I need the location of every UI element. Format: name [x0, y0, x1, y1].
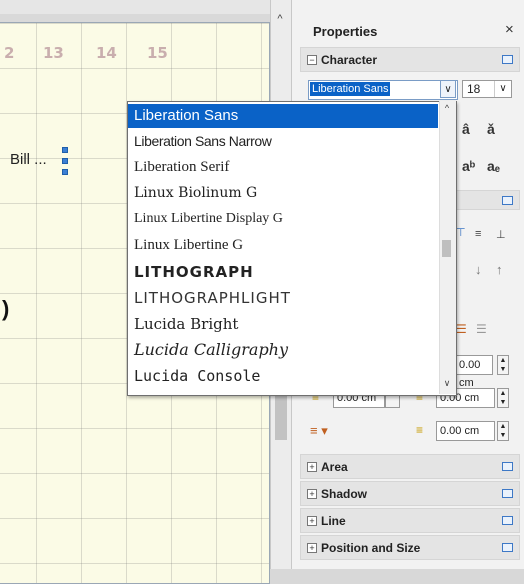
spacing-icon[interactable]: ☰	[456, 322, 467, 336]
font-option-liberation-sans-narrow[interactable]: Liberation Sans Narrow	[128, 130, 438, 154]
section-label: Area	[321, 460, 348, 474]
first-line-indent-icon: ≡	[416, 423, 424, 437]
scroll-down-arrow-icon[interactable]: ∨	[441, 378, 453, 389]
section-label: Line	[321, 514, 346, 528]
option-label: LITHOGRAPHLIGHT	[134, 289, 291, 307]
font-option-linux-biolinum[interactable]: Linux Biolinum G	[128, 182, 438, 206]
align-top-icon[interactable]: ⊤	[456, 226, 466, 239]
align-center-icon[interactable]: ≡	[475, 228, 481, 240]
scroll-up-arrow-icon[interactable]: ^	[272, 12, 288, 26]
more-options-icon[interactable]	[502, 489, 513, 498]
font-name-input[interactable]: Liberation Sans	[310, 82, 391, 96]
subscript-icon[interactable]: aₑ	[487, 158, 500, 174]
selected-shape-text[interactable]: Bill ...	[10, 151, 47, 168]
dropdown-scrollbar-thumb[interactable]	[442, 240, 451, 257]
expand-icon[interactable]: +	[307, 462, 317, 472]
option-label: LITHOGRAPH	[134, 263, 254, 281]
more-options-icon[interactable]	[502, 196, 513, 205]
grid-number: 13	[43, 44, 64, 62]
option-label: Linux Biolinum G	[134, 185, 258, 201]
superscript-icon[interactable]: aᵇ	[462, 158, 475, 174]
more-options-icon[interactable]	[502, 516, 513, 525]
spin-arrows-icon[interactable]: ▲ ▼	[497, 388, 509, 408]
font-size-input[interactable]: 18	[467, 82, 480, 96]
align-bottom-icon[interactable]: ⊥	[496, 228, 506, 241]
option-label: Liberation Sans	[134, 107, 239, 124]
grow-font-icon[interactable]: â	[462, 121, 470, 137]
grid-number: 14	[96, 44, 117, 62]
option-label: Lucida Calligraphy	[134, 340, 289, 359]
spin-arrows-icon[interactable]: ▲ ▼	[497, 421, 509, 441]
scroll-up-arrow-icon[interactable]: ^	[441, 103, 453, 113]
position-size-section-header[interactable]: + Position and Size	[300, 535, 520, 560]
option-label: Liberation Sans Narrow	[134, 133, 272, 149]
font-option-lithograph[interactable]: LITHOGRAPH	[128, 260, 438, 284]
more-options-icon[interactable]	[502, 55, 513, 64]
font-option-liberation-serif[interactable]: Liberation Serif	[128, 156, 438, 180]
first-line-spinbox[interactable]: 0.00 cm	[436, 421, 495, 441]
font-option-lucida-calligraphy[interactable]: Lucida Calligraphy	[128, 338, 438, 362]
font-option-lucida-console[interactable]: Lucida Console	[128, 364, 438, 388]
move-up-icon[interactable]: ↑	[496, 262, 503, 277]
expand-icon[interactable]: +	[307, 516, 317, 526]
section-label: Character	[321, 53, 378, 67]
shrink-font-icon[interactable]: ǎ	[487, 121, 495, 137]
more-options-icon[interactable]	[502, 543, 513, 552]
grid-number: 15	[147, 44, 168, 62]
spin-value[interactable]: 0.00 cm	[440, 425, 479, 437]
spacing-icon[interactable]: ☰	[476, 322, 487, 336]
option-label: Linux Libertine G	[134, 237, 244, 253]
font-dropdown-list[interactable]: Liberation Sans Liberation Sans Narrow L…	[127, 101, 457, 396]
font-option-linux-libertine-display[interactable]: Linux Libertine Display G	[128, 208, 438, 232]
area-section-header[interactable]: + Area	[300, 454, 520, 479]
line-section-header[interactable]: + Line	[300, 508, 520, 533]
font-option-lucida-bright[interactable]: Lucida Bright	[128, 312, 438, 336]
collapse-icon[interactable]: −	[307, 55, 317, 65]
font-option-linux-libertine[interactable]: Linux Libertine G	[128, 234, 438, 258]
spin-arrows-icon[interactable]: ▲ ▼	[497, 355, 509, 375]
character-section-header[interactable]: − Character	[300, 47, 520, 72]
font-option-liberation-sans[interactable]: Liberation Sans	[128, 104, 438, 128]
indent-spinbox[interactable]: 0.00 cm	[455, 355, 493, 389]
option-label: Liberation Serif	[134, 159, 230, 175]
selection-handle[interactable]	[62, 158, 68, 164]
font-option-lithograph-light[interactable]: LITHOGRAPHLIGHT	[128, 286, 438, 310]
grid-number: 2	[4, 44, 15, 62]
section-label: Shadow	[321, 487, 368, 501]
selection-handle[interactable]	[62, 147, 68, 153]
selection-handle[interactable]	[62, 169, 68, 175]
shadow-section-header[interactable]: + Shadow	[300, 481, 520, 506]
line-spacing-icon[interactable]: ≡ ▾	[310, 423, 328, 439]
sidebar-title: Properties	[313, 24, 378, 39]
option-label: Lucida Bright	[134, 315, 239, 333]
move-down-icon[interactable]: ↓	[475, 262, 482, 277]
chevron-down-icon[interactable]: ∨	[494, 81, 511, 97]
canvas-top-strip	[0, 0, 270, 14]
option-label: Lucida Console	[134, 367, 261, 385]
expand-icon[interactable]: +	[307, 489, 317, 499]
more-options-icon[interactable]	[502, 462, 513, 471]
partial-shape-glyph: )	[2, 296, 10, 321]
expand-icon[interactable]: +	[307, 543, 317, 553]
section-label: Position and Size	[321, 541, 421, 555]
chevron-down-icon[interactable]: ∨	[440, 80, 456, 98]
option-label: Linux Libertine Display G	[134, 211, 283, 226]
close-icon[interactable]: ×	[505, 21, 514, 38]
